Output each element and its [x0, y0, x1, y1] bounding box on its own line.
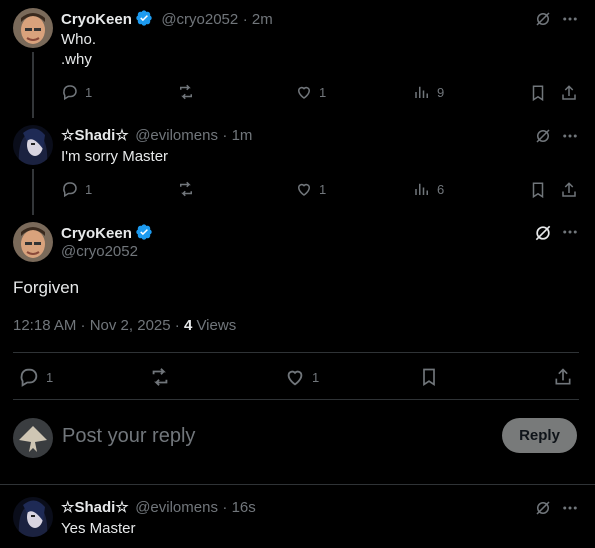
like-count: 1 — [312, 369, 320, 385]
reply-count: 1 — [46, 369, 54, 385]
share-button[interactable] — [552, 366, 574, 388]
tweet-header: CryoKeen @cryo2052 · 2m — [61, 9, 273, 32]
views-button[interactable]: 6 — [413, 180, 444, 198]
share-button[interactable] — [559, 83, 579, 103]
more-icon[interactable] — [560, 9, 580, 29]
bookmark-button[interactable] — [528, 180, 548, 200]
author-name[interactable]: CryoKeen — [61, 11, 132, 28]
reply-icon — [63, 85, 77, 101]
tweet-text: I'm sorry Master — [61, 147, 168, 167]
divider — [13, 399, 579, 400]
main-tweet-text: Forgiven — [13, 278, 80, 297]
tweet-text-line: I'm sorry Master — [61, 148, 169, 165]
share-icon — [555, 368, 571, 385]
tweet-header: ☆Shadi☆ @evilomens · 16s — [61, 498, 256, 517]
author-name[interactable]: ☆Shadi☆ — [61, 499, 129, 516]
like-button[interactable]: 1 — [295, 180, 326, 198]
views-count: 4 — [183, 317, 193, 334]
views-count: 9 — [437, 84, 445, 100]
repost-button[interactable] — [177, 180, 195, 198]
tweet-header: ☆Shadi☆ @evilomens · 1m — [61, 126, 252, 145]
verified-badge-icon — [135, 9, 153, 32]
tweet-text-line: Who. — [61, 31, 97, 48]
tweet-text: Who. .why — [61, 30, 96, 70]
bookmark-button[interactable] — [418, 366, 440, 388]
thread-line — [32, 169, 34, 215]
grok-icon[interactable] — [533, 126, 553, 146]
like-count: 1 — [319, 181, 327, 197]
grok-icon[interactable] — [533, 9, 553, 29]
views-button[interactable]: 9 — [413, 83, 444, 101]
author-handle[interactable]: @evilomens — [135, 127, 218, 144]
reply-button[interactable]: 1 — [18, 366, 53, 388]
bookmark-icon — [532, 85, 544, 102]
like-count: 1 — [319, 84, 327, 100]
author-handle[interactable]: @evilomens — [135, 499, 218, 516]
repost-icon — [180, 84, 192, 100]
views-icon — [415, 86, 428, 98]
bookmark-icon — [423, 368, 435, 387]
reply-count: 1 — [85, 181, 93, 197]
views-icon — [415, 183, 428, 195]
like-button[interactable]: 1 — [295, 83, 326, 101]
avatar-current-user[interactable] — [13, 418, 53, 458]
share-button[interactable] — [559, 180, 579, 200]
grok-icon[interactable] — [533, 498, 553, 518]
main-tweet-meta: 12:18 AM · Nov 2, 2025 · 4 Views — [13, 317, 236, 334]
repost-button[interactable] — [149, 366, 171, 388]
repost-button[interactable] — [177, 83, 195, 101]
tweet-text: Yes Master — [61, 520, 136, 537]
more-icon[interactable] — [560, 498, 580, 518]
author-handle[interactable]: @cryo2052 — [161, 11, 238, 28]
thread-line — [32, 52, 34, 118]
avatar-cryokeen[interactable] — [13, 222, 53, 262]
reply-button[interactable]: 1 — [61, 180, 92, 198]
heart-icon — [287, 370, 303, 386]
bookmark-icon — [532, 182, 544, 199]
repost-icon — [152, 368, 168, 386]
tweet-time[interactable]: · 2m — [243, 11, 273, 28]
views-label: Views — [196, 317, 237, 334]
avatar-cryokeen[interactable] — [13, 8, 53, 48]
author-name[interactable]: ☆Shadi☆ — [61, 127, 129, 144]
divider — [0, 484, 595, 485]
tweet-time[interactable]: · 1m — [222, 127, 252, 144]
more-icon[interactable] — [560, 126, 580, 146]
share-icon — [562, 182, 576, 197]
heart-icon — [297, 183, 311, 196]
reply-button[interactable]: 1 — [61, 83, 92, 101]
tweet-text-line: .why — [61, 51, 92, 68]
share-icon — [562, 85, 576, 100]
tweet-time[interactable]: · 16s — [222, 499, 255, 516]
author-name[interactable]: CryoKeen — [61, 225, 132, 242]
reply-submit-button[interactable]: Reply — [502, 418, 577, 453]
like-button[interactable]: 1 — [284, 366, 319, 388]
repost-icon — [180, 181, 192, 197]
views-count: 6 — [437, 181, 445, 197]
reply-count: 1 — [85, 84, 93, 100]
bookmark-button[interactable] — [528, 83, 548, 103]
reply-icon — [20, 368, 38, 387]
author-handle[interactable]: @cryo2052 — [61, 243, 138, 260]
grok-icon[interactable] — [532, 222, 554, 244]
heart-icon — [297, 86, 311, 99]
avatar-shadi[interactable] — [13, 125, 53, 165]
reply-icon — [63, 182, 77, 198]
avatar-shadi[interactable] — [13, 497, 53, 537]
reply-input[interactable]: Post your reply — [62, 425, 195, 448]
timestamp[interactable]: 12:18 AM · Nov 2, 2025 · — [13, 317, 180, 334]
more-icon[interactable] — [560, 222, 580, 242]
divider — [13, 352, 579, 353]
